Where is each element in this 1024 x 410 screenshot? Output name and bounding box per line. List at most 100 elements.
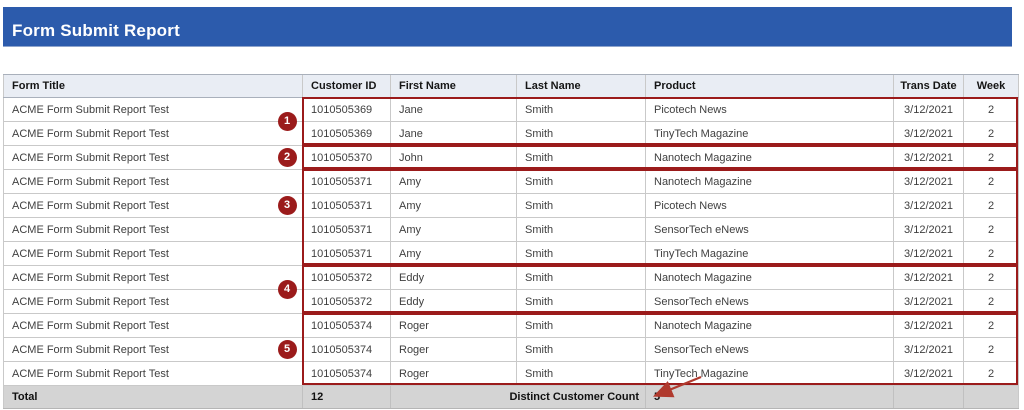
- cell-trans-date: 3/12/2021: [894, 170, 964, 194]
- cell-product: Picotech News: [646, 98, 894, 122]
- cell-customer-id: 1010505369: [303, 98, 391, 122]
- total-row-empty-cell: [894, 386, 964, 409]
- cell-last-name: Smith: [517, 362, 646, 386]
- column-header-product: Product: [646, 75, 894, 98]
- cell-product: Nanotech Magazine: [646, 314, 894, 338]
- column-header-first-name: First Name: [391, 75, 517, 98]
- cell-customer-id: 1010505371: [303, 170, 391, 194]
- cell-week: 2: [964, 290, 1019, 314]
- cell-first-name: Eddy: [391, 266, 517, 290]
- cell-customer-id: 1010505371: [303, 242, 391, 266]
- cell-first-name: Amy: [391, 242, 517, 266]
- table-row: ACME Form Submit Report Test1010505372Ed…: [4, 290, 1019, 314]
- cell-last-name: Smith: [517, 314, 646, 338]
- cell-last-name: Smith: [517, 266, 646, 290]
- cell-form-title: ACME Form Submit Report Test: [4, 266, 303, 290]
- cell-form-title: ACME Form Submit Report Test: [4, 218, 303, 242]
- column-header-week: Week: [964, 75, 1019, 98]
- column-header-trans-date: Trans Date: [894, 75, 964, 98]
- table-header-row: Form TitleCustomer IDFirst NameLast Name…: [4, 75, 1019, 98]
- cell-trans-date: 3/12/2021: [894, 266, 964, 290]
- cell-form-title: ACME Form Submit Report Test: [4, 122, 303, 146]
- cell-week: 2: [964, 362, 1019, 386]
- cell-customer-id: 1010505371: [303, 194, 391, 218]
- cell-trans-date: 3/12/2021: [894, 98, 964, 122]
- report-page: Form Submit Report Form TitleCustomer ID…: [0, 0, 1024, 410]
- cell-week: 2: [964, 98, 1019, 122]
- cell-first-name: Eddy: [391, 290, 517, 314]
- cell-product: Nanotech Magazine: [646, 146, 894, 170]
- cell-form-title: ACME Form Submit Report Test: [4, 194, 303, 218]
- cell-trans-date: 3/12/2021: [894, 314, 964, 338]
- cell-last-name: Smith: [517, 146, 646, 170]
- cell-week: 2: [964, 146, 1019, 170]
- cell-product: TinyTech Magazine: [646, 362, 894, 386]
- table-row: ACME Form Submit Report Test1010505374Ro…: [4, 314, 1019, 338]
- cell-form-title: ACME Form Submit Report Test: [4, 170, 303, 194]
- cell-form-title: ACME Form Submit Report Test: [4, 242, 303, 266]
- cell-customer-id: 1010505369: [303, 122, 391, 146]
- column-header-last-name: Last Name: [517, 75, 646, 98]
- cell-customer-id: 1010505374: [303, 338, 391, 362]
- cell-product: TinyTech Magazine: [646, 242, 894, 266]
- total-label: Total: [4, 386, 303, 409]
- cell-form-title: ACME Form Submit Report Test: [4, 290, 303, 314]
- column-header-customer-id: Customer ID: [303, 75, 391, 98]
- cell-week: 2: [964, 242, 1019, 266]
- cell-first-name: John: [391, 146, 517, 170]
- cell-trans-date: 3/12/2021: [894, 290, 964, 314]
- cell-trans-date: 3/12/2021: [894, 362, 964, 386]
- cell-first-name: Amy: [391, 170, 517, 194]
- table-row: ACME Form Submit Report Test1010505372Ed…: [4, 266, 1019, 290]
- cell-last-name: Smith: [517, 98, 646, 122]
- cell-last-name: Smith: [517, 122, 646, 146]
- cell-last-name: Smith: [517, 218, 646, 242]
- cell-form-title: ACME Form Submit Report Test: [4, 362, 303, 386]
- report-title-banner: Form Submit Report: [3, 7, 1012, 47]
- cell-week: 2: [964, 314, 1019, 338]
- cell-customer-id: 1010505370: [303, 146, 391, 170]
- table-row: ACME Form Submit Report Test1010505371Am…: [4, 242, 1019, 266]
- distinct-customer-count-label: Distinct Customer Count: [391, 386, 646, 409]
- table-row: ACME Form Submit Report Test1010505371Am…: [4, 170, 1019, 194]
- total-transaction-count: 12: [303, 386, 391, 409]
- cell-week: 2: [964, 122, 1019, 146]
- cell-product: TinyTech Magazine: [646, 122, 894, 146]
- cell-trans-date: 3/12/2021: [894, 338, 964, 362]
- table-row: ACME Form Submit Report Test1010505369Ja…: [4, 98, 1019, 122]
- table-row: ACME Form Submit Report Test1010505374Ro…: [4, 338, 1019, 362]
- cell-form-title: ACME Form Submit Report Test: [4, 314, 303, 338]
- cell-last-name: Smith: [517, 338, 646, 362]
- cell-product: SensorTech eNews: [646, 290, 894, 314]
- cell-last-name: Smith: [517, 194, 646, 218]
- cell-form-title: ACME Form Submit Report Test: [4, 98, 303, 122]
- cell-customer-id: 1010505372: [303, 290, 391, 314]
- cell-form-title: ACME Form Submit Report Test: [4, 338, 303, 362]
- cell-trans-date: 3/12/2021: [894, 146, 964, 170]
- cell-week: 2: [964, 194, 1019, 218]
- cell-product: SensorTech eNews: [646, 338, 894, 362]
- cell-trans-date: 3/12/2021: [894, 218, 964, 242]
- cell-customer-id: 1010505372: [303, 266, 391, 290]
- total-row: Total 12 Distinct Customer Count 5: [4, 386, 1019, 409]
- cell-product: Picotech News: [646, 194, 894, 218]
- table-row: ACME Form Submit Report Test1010505371Am…: [4, 218, 1019, 242]
- cell-trans-date: 3/12/2021: [894, 194, 964, 218]
- cell-first-name: Roger: [391, 314, 517, 338]
- cell-product: Nanotech Magazine: [646, 170, 894, 194]
- column-header-form-title: Form Title: [4, 75, 303, 98]
- cell-customer-id: 1010505371: [303, 218, 391, 242]
- cell-first-name: Roger: [391, 338, 517, 362]
- cell-last-name: Smith: [517, 242, 646, 266]
- table-row: ACME Form Submit Report Test1010505370Jo…: [4, 146, 1019, 170]
- cell-product: SensorTech eNews: [646, 218, 894, 242]
- form-submit-report-table: Form TitleCustomer IDFirst NameLast Name…: [3, 74, 1019, 409]
- cell-customer-id: 1010505374: [303, 314, 391, 338]
- cell-product: Nanotech Magazine: [646, 266, 894, 290]
- cell-last-name: Smith: [517, 170, 646, 194]
- cell-week: 2: [964, 170, 1019, 194]
- cell-first-name: Amy: [391, 194, 517, 218]
- total-row-empty-cell: [964, 386, 1019, 409]
- cell-last-name: Smith: [517, 290, 646, 314]
- cell-trans-date: 3/12/2021: [894, 242, 964, 266]
